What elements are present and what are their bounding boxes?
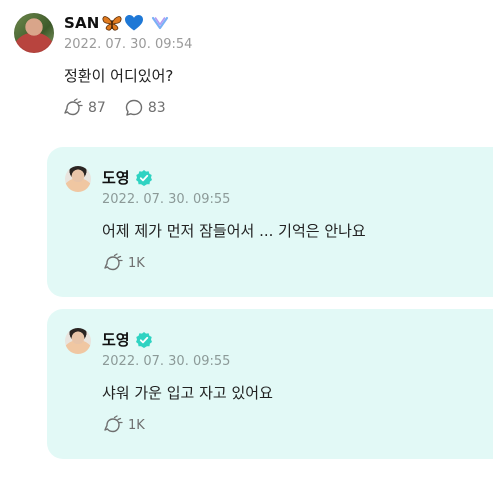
author-name[interactable]: SAN: [64, 14, 100, 32]
cheer-icon: [62, 98, 84, 118]
author-row: SAN: [64, 12, 170, 34]
post-actions: 87 83: [62, 98, 184, 118]
avatar[interactable]: [65, 328, 91, 354]
avatar[interactable]: [65, 166, 91, 192]
post-text: 정환이 어디있어?: [64, 67, 174, 85]
reply-author-name[interactable]: 도영: [102, 329, 130, 350]
reply-author-row: 도영: [102, 167, 153, 188]
reply-card[interactable]: 도영 2022. 07. 30. 09:55 어제 제가 먼저 잠들어서 ...…: [47, 147, 493, 297]
reply-author-row: 도영: [102, 329, 153, 350]
reply-timestamp: 2022. 07. 30. 09:55: [102, 354, 231, 369]
blue-heart-icon: [124, 14, 144, 32]
cheer-icon: [102, 253, 124, 273]
reply-author-name[interactable]: 도영: [102, 167, 130, 188]
reply-card[interactable]: 도영 2022. 07. 30. 09:55 샤워 가운 입고 자고 있어요 1…: [47, 309, 493, 459]
like-count: 87: [88, 100, 106, 116]
butterfly-icon: [102, 14, 122, 32]
like-button[interactable]: 87: [62, 98, 106, 118]
verified-badge-icon: [135, 331, 153, 349]
cheer-icon: [102, 415, 124, 435]
reply-like-button[interactable]: 1K: [102, 253, 145, 273]
reply-timestamp: 2022. 07. 30. 09:55: [102, 192, 231, 207]
verified-badge-icon: [135, 169, 153, 187]
main-post: SAN 2022. 07. 30. 09:54 정환이 어디있어? 87 83: [0, 0, 493, 140]
reply-text: 어제 제가 먼저 잠들어서 ... 기억은 안나요: [102, 222, 366, 240]
comment-button[interactable]: 83: [124, 98, 166, 118]
comment-icon: [124, 98, 144, 118]
comment-count: 83: [147, 100, 166, 116]
post-timestamp: 2022. 07. 30. 09:54: [64, 37, 193, 52]
reply-text: 샤워 가운 입고 자고 있어요: [102, 384, 273, 402]
reply-like-button[interactable]: 1K: [102, 415, 145, 435]
reply-like-count: 1K: [128, 417, 145, 433]
reply-like-count: 1K: [128, 255, 145, 271]
avatar[interactable]: [14, 13, 54, 53]
weverse-logo-icon: [150, 15, 170, 31]
